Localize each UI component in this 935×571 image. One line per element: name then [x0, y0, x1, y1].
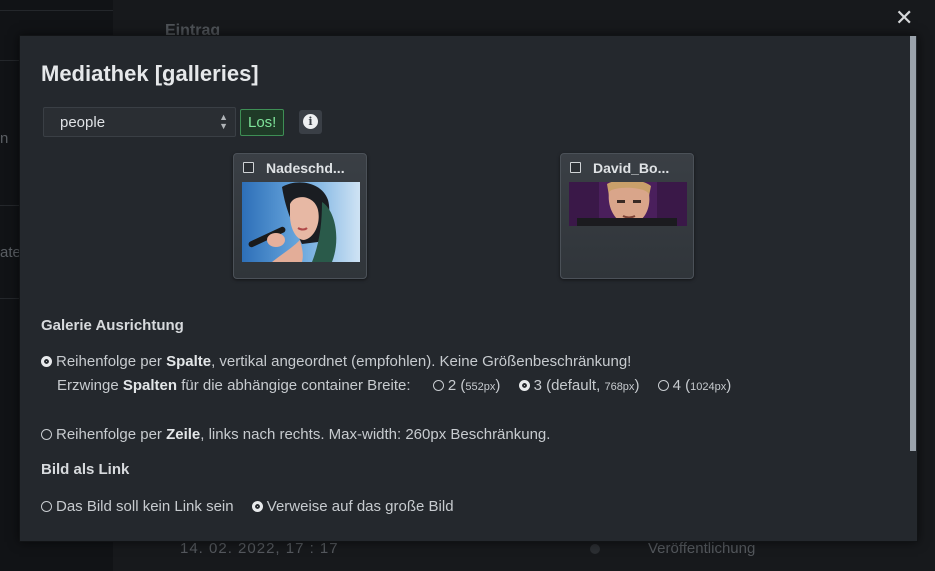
gallery-select-value: people: [60, 114, 106, 131]
info-button[interactable]: i: [299, 110, 322, 134]
radio-big-image[interactable]: [251, 501, 263, 512]
bg-divider: [0, 10, 113, 11]
gallery-align-heading: Galerie Ausrichtung: [41, 317, 184, 334]
option-label: ): [726, 377, 732, 394]
card-thumbnail[interactable]: [569, 182, 687, 226]
force-text-bold: Spalten: [122, 377, 178, 394]
bg-radio: [590, 544, 600, 554]
go-button[interactable]: Los!: [240, 109, 285, 136]
image-link-heading: Bild als Link: [41, 461, 130, 478]
option-text-bold: Zeile: [166, 426, 201, 443]
radio-columns-3[interactable]: [518, 380, 530, 391]
option-text: , vertikal angeordnet (empfohlen). Keine…: [211, 353, 632, 370]
media-card[interactable]: Nadeschd...: [233, 153, 367, 279]
columns-3-option[interactable]: 3 (default, 768px): [518, 377, 640, 394]
option-label: ): [634, 377, 640, 394]
scroll-thumb[interactable]: [910, 36, 916, 451]
option-label-small: 768px: [604, 381, 635, 393]
bg-side-label: n: [0, 130, 9, 147]
close-icon[interactable]: ✕: [895, 7, 913, 29]
radio-row-order[interactable]: [41, 429, 52, 440]
option-text: Reihenfolge per: [56, 353, 167, 370]
bg-side-label: ate: [0, 244, 21, 261]
bg-date: 14. 02. 2022, 17 : 17: [180, 540, 339, 557]
radio-column-order[interactable]: [41, 356, 52, 367]
card-name: Nadeschd...: [266, 160, 345, 176]
big-image-link-option[interactable]: Verweise auf das große Bild: [251, 498, 454, 515]
radio-columns-4[interactable]: [657, 380, 669, 391]
scrollbar[interactable]: [909, 36, 917, 541]
modal-title: Mediathek [galleries]: [41, 61, 259, 86]
card-checkbox[interactable]: [243, 162, 254, 173]
option-label: Verweise auf das große Bild: [266, 498, 454, 515]
select-arrows-icon: ▲ ▼: [219, 112, 228, 131]
option-label: 2 (: [447, 377, 466, 394]
column-order-option[interactable]: Reihenfolge per Spalte, vertikal angeord…: [41, 353, 631, 370]
option-label: 3 (default,: [533, 377, 605, 394]
radio-columns-2[interactable]: [432, 380, 444, 391]
option-text: Reihenfolge per: [56, 426, 167, 443]
bg-publish-label: Veröffentlichung: [648, 540, 756, 557]
columns-2-option[interactable]: 2 (552px): [432, 377, 501, 394]
image-link-options: Das Bild soll kein Link sein Verweise au…: [41, 498, 468, 515]
force-text: Erzwinge: [57, 377, 123, 394]
no-link-option[interactable]: Das Bild soll kein Link sein: [41, 498, 234, 515]
card-name: David_Bo...: [593, 160, 670, 176]
option-label-small: 552px: [465, 381, 496, 393]
option-text-bold: Spalte: [166, 353, 212, 370]
card-thumbnail[interactable]: [242, 182, 360, 262]
columns-4-option[interactable]: 4 (1024px): [657, 377, 732, 394]
option-label-small: 1024px: [690, 381, 727, 393]
card-checkbox[interactable]: [570, 162, 581, 173]
row-order-option[interactable]: Reihenfolge per Zeile, links nach rechts…: [41, 426, 550, 443]
gallery-select[interactable]: people ▲ ▼: [43, 107, 236, 137]
option-text: , links nach rechts. Max-width: 260px Be…: [200, 426, 551, 443]
option-label: Das Bild soll kein Link sein: [56, 498, 234, 515]
media-card[interactable]: David_Bo...: [560, 153, 694, 279]
radio-no-link[interactable]: [41, 501, 52, 512]
info-icon: i: [303, 114, 318, 129]
media-library-modal: Mediathek [galleries] people ▲ ▼ Los! i N…: [19, 35, 918, 542]
force-columns-row: Erzwinge Spalten für die abhängige conta…: [57, 377, 745, 394]
option-label: ): [495, 377, 501, 394]
option-label: 4 (: [672, 377, 691, 394]
force-text: für die abhängige container Breite:: [177, 377, 411, 394]
